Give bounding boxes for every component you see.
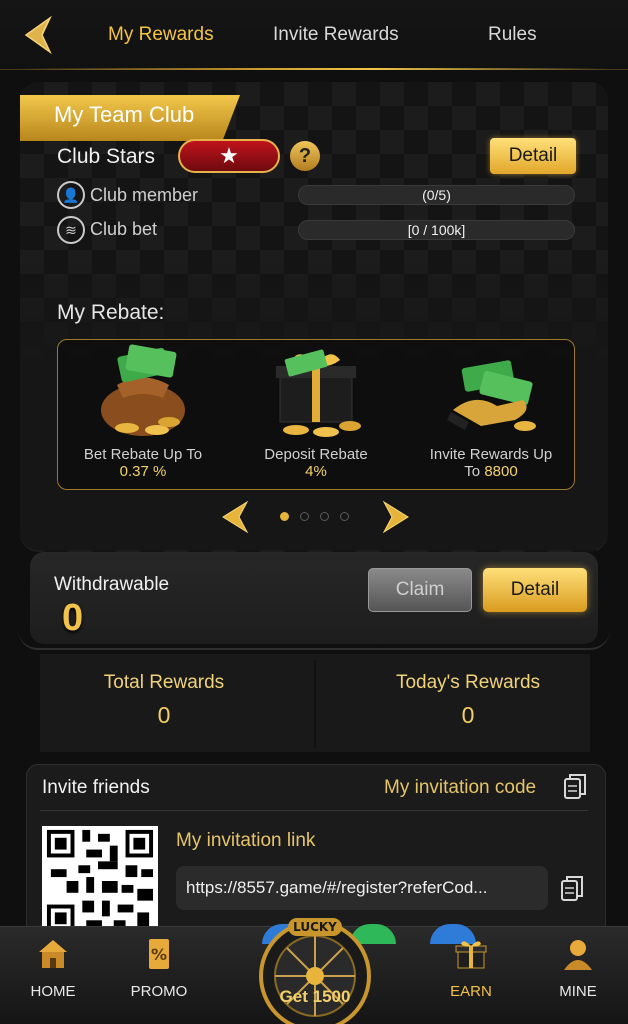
nav-home[interactable]: HOME [8, 936, 98, 1000]
club-member-progress: (0/5) [298, 185, 575, 205]
invitation-link-field[interactable]: https://8557.game/#/register?referCod... [176, 866, 548, 910]
tab-rules[interactable]: Rules [488, 24, 537, 46]
header-divider [20, 68, 610, 70]
home-icon [39, 940, 67, 968]
invitation-code-label: My invitation code [384, 777, 537, 798]
rebate-item-value: 4% [305, 463, 327, 480]
tab-my-rewards[interactable]: My Rewards [108, 24, 214, 46]
nav-mine[interactable]: MINE [533, 936, 623, 1000]
withdraw-card-edge [18, 630, 610, 650]
rebate-item-label: Bet Rebate Up To [83, 446, 203, 463]
invitation-link-label: My invitation link [176, 830, 316, 851]
team-club-ribbon: My Team Club [20, 95, 240, 141]
nav-earn[interactable]: EARN [426, 936, 516, 1000]
withdrawable-value: 0 [62, 597, 84, 639]
lucky-label: LUCKY [293, 920, 337, 934]
handshake-money-icon [447, 360, 536, 431]
nav-mine-label: MINE [559, 983, 597, 1000]
club-member-label: Club member [90, 185, 199, 205]
pager-dot[interactable] [280, 512, 289, 521]
nav-promo-label: PROMO [130, 983, 188, 1000]
lucky-wheel-icon[interactable]: LUCKY [254, 914, 376, 1024]
rebate-title: My Rebate: [57, 301, 165, 324]
pager-dot[interactable] [320, 512, 329, 521]
svg-text:%: % [151, 945, 167, 964]
withdrawable-label: Withdrawable [54, 574, 170, 595]
rebate-item-value: 0.37 % [119, 463, 167, 480]
rebate-item-prefix: To [464, 463, 485, 480]
gift-box-icon [276, 349, 361, 437]
star-icon: ★ [219, 143, 239, 168]
nav-home-label: HOME [30, 983, 76, 1000]
carousel-pager [280, 512, 349, 521]
today-rewards-value: 0 [461, 702, 475, 728]
rebate-item-label: Deposit Rebate [264, 446, 368, 463]
carousel-prev-icon[interactable] [221, 500, 249, 534]
tab-invite-rewards[interactable]: Invite Rewards [273, 24, 399, 46]
club-stars-badge: ★ [178, 139, 280, 173]
rebate-item-value: To 8800 [405, 463, 577, 480]
pager-dot[interactable] [300, 512, 309, 521]
withdraw-detail-button[interactable]: Detail [483, 568, 587, 612]
club-bet-icon: ≋ [57, 216, 85, 244]
user-icon [564, 940, 592, 970]
promo-icon: % [149, 939, 169, 969]
invite-friends-title: Invite friends [42, 777, 150, 798]
invite-divider [40, 810, 588, 811]
nav-earn-label: EARN [450, 983, 492, 1000]
nav-promo[interactable]: % PROMO [114, 936, 204, 1000]
help-icon[interactable]: ? [290, 141, 320, 171]
get-bonus-label[interactable]: Get 1500 [252, 987, 378, 1007]
rebate-item-bet[interactable]: Bet Rebate Up To 0.37 % [57, 340, 229, 480]
rebate-item-deposit[interactable]: Deposit Rebate 4% [230, 340, 402, 480]
today-rewards-label: Today's Rewards [395, 672, 541, 693]
pager-dot[interactable] [340, 512, 349, 521]
qr-code [42, 826, 158, 936]
rebate-item-invite[interactable]: Invite Rewards Up To 8800 [405, 340, 577, 480]
totals-divider [314, 660, 316, 748]
rebate-item-label: Invite Rewards Up [429, 446, 553, 463]
club-detail-button[interactable]: Detail [490, 138, 576, 174]
back-arrow-icon[interactable] [20, 14, 60, 56]
earn-gift-icon [455, 941, 487, 969]
carousel-next-icon[interactable] [382, 500, 410, 534]
copy-icon[interactable] [563, 773, 587, 801]
club-member-icon: 👤 [57, 181, 85, 209]
copy-link-icon[interactable] [560, 875, 584, 903]
club-stars-label: Club Stars [57, 145, 156, 168]
club-bet-progress: [0 / 100k] [298, 220, 575, 240]
total-rewards-value: 0 [157, 702, 171, 728]
club-bet-label: Club bet [90, 219, 158, 239]
total-rewards-label: Total Rewards [103, 672, 225, 693]
rebate-item-amount: 8800 [484, 463, 518, 480]
claim-button[interactable]: Claim [368, 568, 472, 612]
money-bag-icon [101, 344, 185, 436]
